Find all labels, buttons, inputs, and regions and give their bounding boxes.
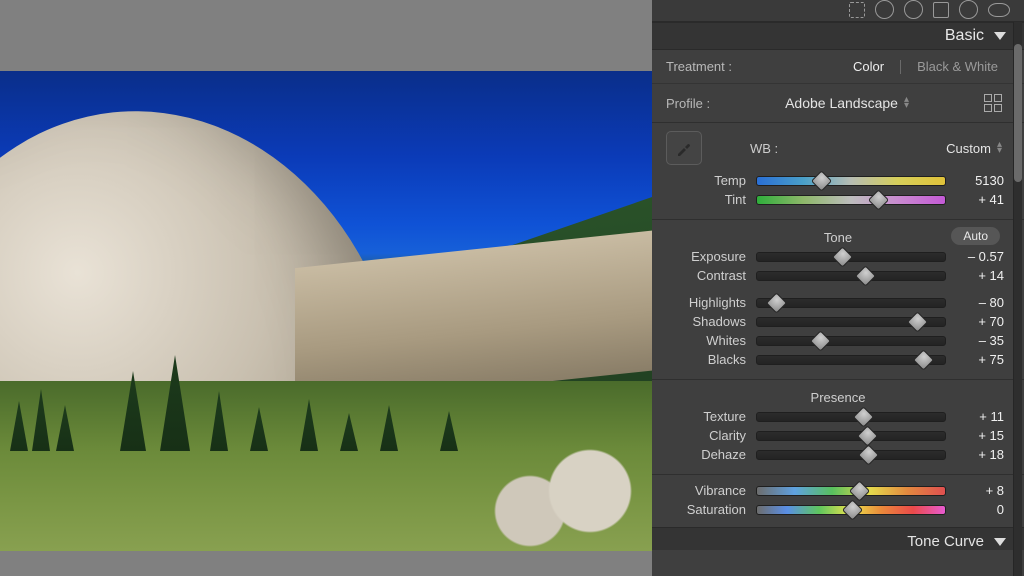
tone-group: Tone Auto Exposure – 0.57 Contrast + 14 Hi… [652, 220, 1024, 380]
profile-label: Profile : [666, 96, 710, 111]
profile-browser-icon[interactable] [984, 94, 1002, 112]
graduated-tool-icon[interactable] [933, 2, 949, 18]
redeye-tool-icon[interactable] [904, 0, 923, 19]
shadows-value[interactable]: + 70 [950, 314, 1004, 329]
presence-title: Presence [652, 384, 1024, 407]
treatment-label: Treatment : [666, 59, 732, 74]
exposure-slider[interactable] [756, 252, 946, 262]
blacks-value[interactable]: + 75 [950, 352, 1004, 367]
saturation-slider[interactable] [756, 505, 946, 515]
wb-mode: Custom [946, 141, 991, 156]
tone-curve-title: Tone Curve [907, 533, 984, 550]
slider-thumb[interactable] [855, 265, 876, 286]
treatment-color[interactable]: Color [853, 59, 884, 74]
treatment-row: Treatment : Color Black & White [652, 50, 1024, 84]
crop-tool-icon[interactable] [849, 2, 865, 18]
highlights-value[interactable]: – 80 [950, 295, 1004, 310]
brush-tool-icon[interactable] [988, 3, 1010, 17]
slider-thumb[interactable] [841, 499, 862, 520]
dehaze-value[interactable]: + 18 [950, 447, 1004, 462]
slider-thumb[interactable] [868, 189, 889, 210]
tint-slider-row: Tint + 41 [652, 190, 1024, 209]
profile-row: Profile : Adobe Landscape ▴▾ [652, 84, 1024, 123]
basic-panel-header[interactable]: Basic [652, 22, 1024, 50]
saturation-label: Saturation [666, 502, 752, 517]
tint-slider[interactable] [756, 195, 946, 205]
temp-label: Temp [666, 173, 752, 188]
collapse-icon [994, 32, 1006, 40]
clarity-value[interactable]: + 15 [950, 428, 1004, 443]
collapse-icon [994, 538, 1006, 546]
tone-group-header: Tone Auto [652, 224, 1024, 247]
presence-group: Presence Texture + 11 Clarity + 15 Dehaze +… [652, 380, 1024, 475]
temp-slider-row: Temp 5130 [652, 171, 1024, 190]
contrast-label: Contrast [666, 268, 752, 283]
slider-thumb[interactable] [832, 246, 853, 267]
exposure-label: Exposure [666, 249, 752, 264]
texture-slider[interactable] [756, 412, 946, 422]
canvas-area [0, 0, 652, 576]
blacks-slider[interactable] [756, 355, 946, 365]
contrast-value[interactable]: + 14 [950, 268, 1004, 283]
radial-tool-icon[interactable] [959, 0, 978, 19]
shadows-label: Shadows [666, 314, 752, 329]
slider-thumb[interactable] [766, 292, 787, 313]
spot-tool-icon[interactable] [875, 0, 894, 19]
tone-curve-panel-header[interactable]: Tone Curve [652, 527, 1024, 550]
blacks-label: Blacks [666, 352, 752, 367]
temp-slider[interactable] [756, 176, 946, 186]
tool-strip [652, 0, 1024, 22]
tone-title: Tone [824, 230, 852, 245]
contrast-slider[interactable] [756, 271, 946, 281]
separator [900, 60, 901, 74]
preview-image[interactable] [0, 71, 655, 551]
whites-label: Whites [666, 333, 752, 348]
wb-mode-dropdown[interactable]: Custom ▴▾ [946, 141, 1002, 156]
tint-value[interactable]: + 41 [950, 192, 1004, 207]
treatment-bw[interactable]: Black & White [917, 59, 998, 74]
clarity-slider[interactable] [756, 431, 946, 441]
vibrance-value[interactable]: + 8 [950, 483, 1004, 498]
slider-thumb[interactable] [913, 349, 934, 370]
clarity-label: Clarity [666, 428, 752, 443]
panel-scroll: Basic Treatment : Color Black & White Pr… [652, 22, 1024, 576]
whites-slider[interactable] [756, 336, 946, 346]
slider-thumb[interactable] [809, 330, 830, 351]
dehaze-label: Dehaze [666, 447, 752, 462]
slider-thumb[interactable] [907, 311, 928, 332]
slider-thumb[interactable] [811, 170, 832, 191]
exposure-value[interactable]: – 0.57 [950, 249, 1004, 264]
wb-label: WB : [750, 141, 778, 156]
dehaze-slider[interactable] [756, 450, 946, 460]
wb-dropper-tool[interactable] [666, 131, 702, 165]
tint-label: Tint [666, 192, 752, 207]
slider-thumb[interactable] [849, 480, 870, 501]
slider-thumb[interactable] [858, 444, 879, 465]
profile-dropdown[interactable]: Adobe Landscape ▴▾ [785, 95, 909, 111]
shadows-slider[interactable] [756, 317, 946, 327]
saturation-value[interactable]: 0 [950, 502, 1004, 517]
develop-panel: Basic Treatment : Color Black & White Pr… [652, 0, 1024, 576]
vibrance-slider[interactable] [756, 486, 946, 496]
highlights-label: Highlights [666, 295, 752, 310]
updown-icon: ▴▾ [904, 97, 909, 109]
highlights-slider[interactable] [756, 298, 946, 308]
whites-value[interactable]: – 35 [950, 333, 1004, 348]
vibrance-saturation-group: Vibrance + 8 Saturation 0 [652, 475, 1024, 527]
temp-value[interactable]: 5130 [950, 173, 1004, 188]
basic-title: Basic [945, 27, 984, 45]
panel-scrollbar-thumb[interactable] [1014, 44, 1022, 182]
slider-thumb[interactable] [856, 425, 877, 446]
auto-tone-button[interactable]: Auto [951, 227, 1000, 245]
profile-value: Adobe Landscape [785, 95, 898, 111]
slider-thumb[interactable] [853, 406, 874, 427]
white-balance-group: WB : Custom ▴▾ Temp 5130 Tint + 41 [652, 123, 1024, 220]
texture-value[interactable]: + 11 [950, 409, 1004, 424]
texture-label: Texture [666, 409, 752, 424]
vibrance-label: Vibrance [666, 483, 752, 498]
eyedropper-icon [674, 138, 694, 158]
updown-icon: ▴▾ [997, 142, 1002, 154]
